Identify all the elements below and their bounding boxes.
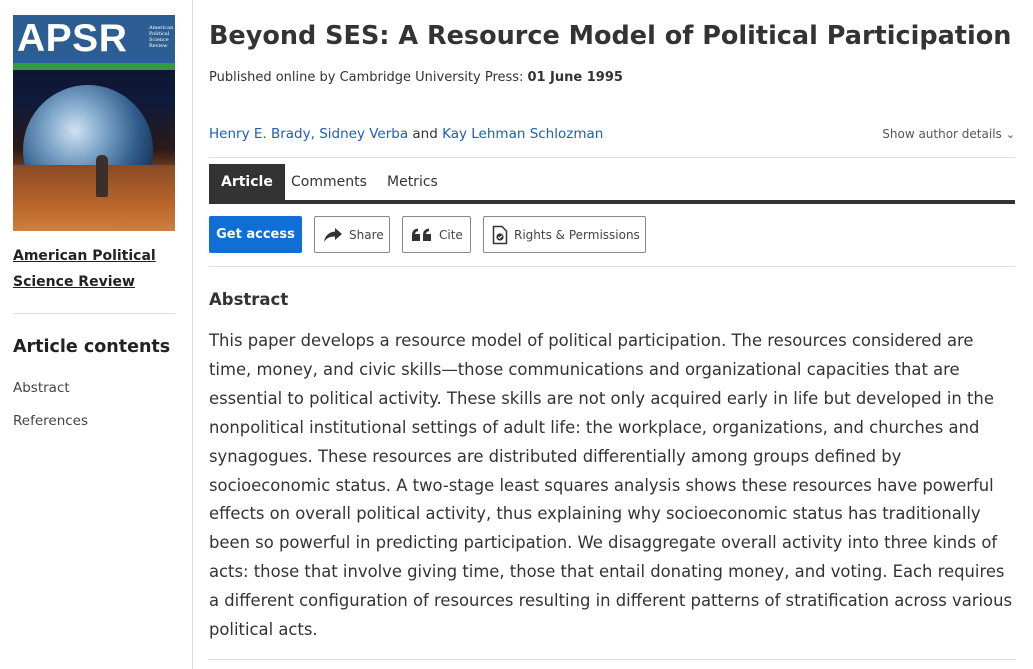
tab-metrics[interactable]: Metrics bbox=[387, 164, 438, 200]
sidebar-divider bbox=[13, 313, 175, 314]
show-author-details-button[interactable]: Show author details ⌄ bbox=[882, 125, 1015, 144]
author-list: Henry E. Brady, Sidney Verba and Kay Leh… bbox=[209, 124, 603, 144]
author-link-schlozman[interactable]: Kay Lehman Schlozman bbox=[442, 126, 603, 142]
cover-stripe bbox=[13, 63, 175, 70]
author-conjunction: and bbox=[412, 126, 438, 142]
rights-permissions-label: Rights & Permissions bbox=[514, 227, 640, 242]
contents-link-references[interactable]: References bbox=[13, 412, 88, 430]
abstract-text: This paper develops a resource model of … bbox=[209, 331, 1013, 640]
tab-comments[interactable]: Comments bbox=[291, 164, 367, 200]
share-button[interactable]: Share bbox=[314, 216, 390, 253]
tab-article[interactable]: Article bbox=[209, 164, 285, 200]
article-title: Beyond SES: A Resource Model of Politica… bbox=[209, 21, 1012, 51]
cite-label: Cite bbox=[439, 227, 463, 242]
rights-permissions-button[interactable]: Rights & Permissions bbox=[483, 216, 646, 253]
cover-journal-name: American Political Science Review bbox=[149, 25, 174, 49]
sidebar: APSR American Political Science Review A… bbox=[0, 0, 193, 669]
show-author-details-label: Show author details bbox=[882, 127, 1002, 141]
divider bbox=[209, 157, 1015, 158]
author-link-verba[interactable]: Sidney Verba bbox=[319, 126, 408, 142]
get-access-label: Get access bbox=[216, 227, 295, 242]
quote-icon bbox=[412, 228, 431, 241]
document-check-icon bbox=[492, 225, 508, 244]
abstract-heading: Abstract bbox=[209, 290, 289, 309]
author-link-brady[interactable]: Henry E. Brady, bbox=[209, 126, 315, 142]
cover-logo: APSR bbox=[17, 17, 128, 60]
share-label: Share bbox=[349, 227, 384, 242]
cover-ground-art bbox=[13, 165, 175, 231]
journal-cover-image[interactable]: APSR American Political Science Review bbox=[13, 15, 175, 231]
divider bbox=[209, 266, 1015, 267]
published-label: Published online by Cambridge University… bbox=[209, 70, 524, 85]
journal-name-link[interactable]: American Political Science Review bbox=[13, 243, 183, 295]
cover-masthead: APSR American Political Science Review bbox=[13, 15, 175, 63]
contents-link-abstract[interactable]: Abstract bbox=[13, 379, 70, 397]
article-contents-heading: Article contents bbox=[13, 337, 171, 357]
divider bbox=[209, 659, 1015, 660]
get-access-button[interactable]: Get access bbox=[209, 216, 302, 253]
chevron-down-icon: ⌄ bbox=[1005, 128, 1015, 141]
tabs-underline bbox=[209, 200, 1015, 204]
share-arrow-icon bbox=[324, 227, 342, 242]
cite-button[interactable]: Cite bbox=[402, 216, 471, 253]
cover-astronaut-art bbox=[96, 155, 108, 197]
published-date: 01 June 1995 bbox=[527, 70, 623, 85]
publication-line: Published online by Cambridge University… bbox=[209, 68, 623, 88]
